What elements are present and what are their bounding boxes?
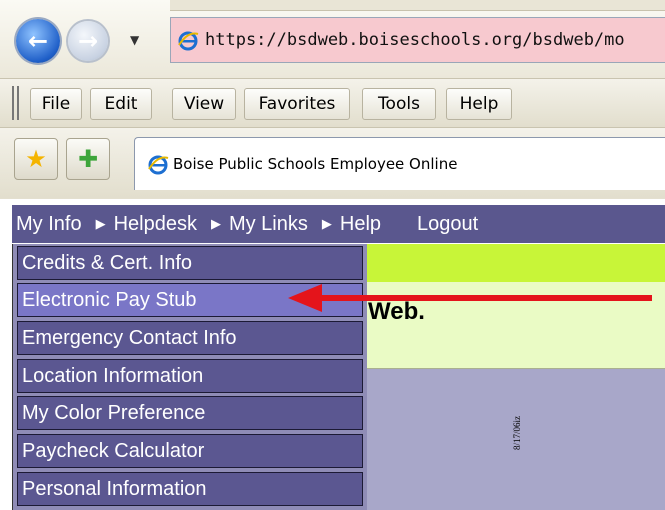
address-bar[interactable]: https://bsdweb.boiseschools.org/bsdweb/m… <box>170 17 665 63</box>
toolbar-edge <box>170 0 665 11</box>
menu-tools-label: Tools <box>378 94 420 114</box>
tab-employee-online[interactable]: Boise Public Schools Employee Online <box>134 137 665 190</box>
site-navbar: My Info ▶ Helpdesk ▶ My Links ▶ Help Log… <box>12 205 665 243</box>
address-text[interactable]: https://bsdweb.boiseschools.org/bsdweb/m… <box>205 30 625 50</box>
add-favorite-button[interactable]: ✚ <box>66 138 110 180</box>
star-icon: ★ <box>25 145 47 173</box>
menu-view[interactable]: View <box>172 88 236 120</box>
menu-item-emergency-contact[interactable]: Emergency Contact Info <box>17 321 363 355</box>
menu-item-personal-information[interactable]: Personal Information <box>17 472 363 506</box>
annotation-arrow-shaft <box>318 295 652 301</box>
welcome-text: Web. <box>368 298 425 325</box>
menu-edit[interactable]: Edit <box>90 88 152 120</box>
submenu-arrow-icon: ▶ <box>95 216 106 232</box>
menu-view-label: View <box>183 94 225 114</box>
history-dropdown-icon[interactable]: ▼ <box>130 33 139 47</box>
nav-helpdesk[interactable]: Helpdesk <box>114 205 197 243</box>
submenu-arrow-icon: ▶ <box>321 216 332 232</box>
favorites-center-button[interactable]: ★ <box>14 138 58 180</box>
nav-logout[interactable]: Logout <box>417 205 478 243</box>
nav-help[interactable]: Help <box>340 205 381 243</box>
menu-file[interactable]: File <box>30 88 82 120</box>
content-header-band <box>366 244 665 282</box>
menu-file-label: File <box>41 94 71 114</box>
annotation-arrow-icon <box>288 284 322 312</box>
menu-item-credits-cert[interactable]: Credits & Cert. Info <box>17 246 363 280</box>
arrow-right-icon: → <box>77 27 99 55</box>
menu-item-paycheck-calculator[interactable]: Paycheck Calculator <box>17 434 363 468</box>
add-star-icon: ✚ <box>77 145 99 173</box>
submenu-arrow-icon: ▶ <box>210 216 221 232</box>
menu-item-color-preference[interactable]: My Color Preference <box>17 396 363 430</box>
menu-help[interactable]: Help <box>446 88 512 120</box>
back-button[interactable]: ← <box>16 19 60 63</box>
menu-favorites[interactable]: Favorites <box>244 88 350 120</box>
ie-page-icon <box>148 155 169 175</box>
menu-favorites-label: Favorites <box>258 94 336 114</box>
ie-page-icon <box>178 31 199 51</box>
menu-edit-label: Edit <box>104 94 138 114</box>
menu-help-label: Help <box>459 94 499 114</box>
toolbar-grip[interactable] <box>12 86 19 120</box>
menu-tools[interactable]: Tools <box>362 88 436 120</box>
arrow-left-icon: ← <box>27 27 49 55</box>
forward-button[interactable]: → <box>68 21 108 61</box>
menu-item-location-information[interactable]: Location Information <box>17 359 363 393</box>
nav-my-info[interactable]: My Info <box>12 205 82 243</box>
date-stamp: 8/17/06iz <box>512 416 522 450</box>
tab-title: Boise Public Schools Employee Online <box>173 155 458 173</box>
nav-my-links[interactable]: My Links <box>229 205 308 243</box>
